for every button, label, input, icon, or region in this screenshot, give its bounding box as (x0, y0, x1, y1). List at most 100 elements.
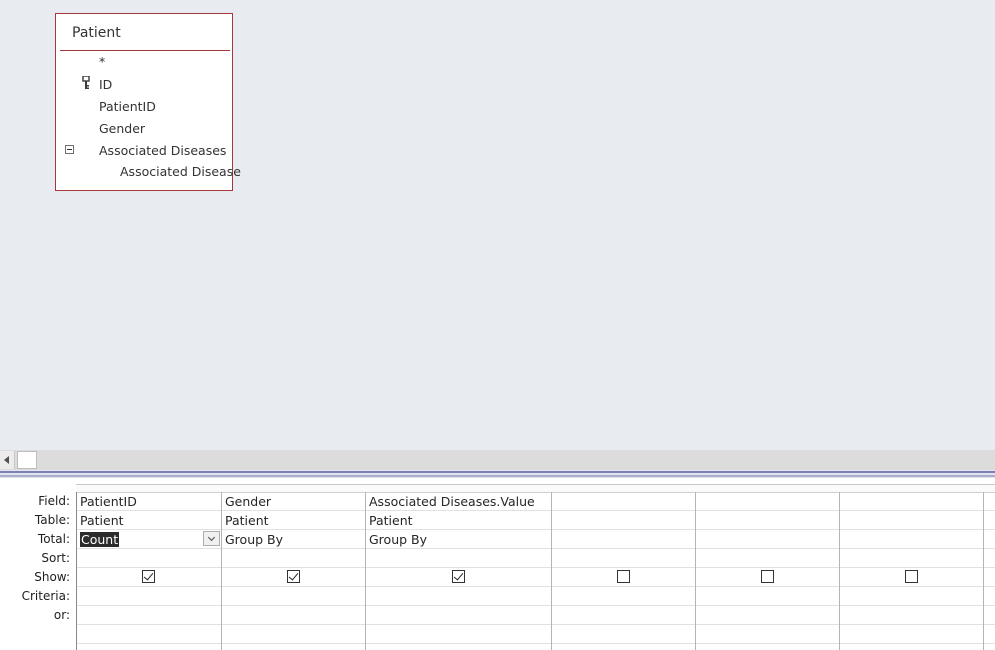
or-cell[interactable] (366, 606, 551, 625)
grid-row-labels: Field: Table: Total: Sort: Show: Criteri… (0, 492, 76, 625)
field-cell[interactable] (840, 492, 983, 511)
grid-column-2: Gender Patient Group By (222, 492, 366, 650)
table-value: Patient (225, 513, 269, 528)
title-divider (60, 50, 230, 51)
criteria-cell[interactable] (366, 587, 551, 606)
or-cell[interactable] (77, 606, 221, 625)
chevron-down-icon[interactable] (203, 531, 220, 546)
criteria-cell[interactable] (222, 587, 365, 606)
primary-key-icon (82, 76, 90, 89)
show-checkbox[interactable] (142, 570, 155, 583)
show-cell (840, 568, 983, 587)
pane-splitter[interactable] (0, 470, 995, 478)
table-cell[interactable] (552, 511, 695, 530)
criteria-cell[interactable] (984, 587, 995, 606)
scroll-left-arrow-icon[interactable] (0, 451, 15, 469)
field-associated-disease-value[interactable]: Associated Disease (120, 164, 241, 179)
row-label-criteria: Criteria: (21, 589, 70, 603)
patient-table-field-list[interactable]: Patient * ID PatientID Gender Associated… (55, 13, 241, 191)
or-cell[interactable] (984, 606, 995, 625)
field-cell[interactable]: Associated Diseases.Value (366, 492, 551, 511)
show-checkbox[interactable] (287, 570, 300, 583)
empty-cell[interactable] (366, 625, 551, 644)
show-checkbox[interactable] (452, 570, 465, 583)
empty-cell[interactable] (840, 625, 983, 644)
field-patientid[interactable]: PatientID (99, 99, 156, 114)
show-checkbox[interactable] (617, 570, 630, 583)
field-gender[interactable]: Gender (99, 121, 145, 136)
table-cell[interactable]: Patient (366, 511, 551, 530)
field-value: Associated Diseases.Value (369, 494, 535, 509)
field-cell[interactable] (984, 492, 995, 511)
or-cell[interactable] (222, 606, 365, 625)
sort-cell[interactable] (77, 549, 221, 568)
collapse-minus-icon[interactable] (65, 145, 74, 154)
total-cell[interactable] (840, 530, 983, 549)
empty-cell[interactable] (222, 625, 365, 644)
sort-cell[interactable] (222, 549, 365, 568)
field-cell[interactable] (696, 492, 839, 511)
total-cell[interactable] (696, 530, 839, 549)
or-cell[interactable] (552, 606, 695, 625)
criteria-cell[interactable] (77, 587, 221, 606)
total-value: Group By (369, 532, 428, 547)
table-cell[interactable] (840, 511, 983, 530)
row-label-show: Show: (34, 570, 70, 584)
total-cell[interactable] (984, 530, 995, 549)
table-value: Patient (80, 513, 124, 528)
field-cell[interactable]: Gender (222, 492, 365, 511)
sort-cell[interactable] (366, 549, 551, 568)
empty-cell[interactable] (696, 625, 839, 644)
grid-column-7-partial (984, 492, 995, 650)
total-cell[interactable]: Group By (222, 530, 365, 549)
show-checkbox[interactable] (905, 570, 918, 583)
row-label-total: Total: (37, 532, 70, 546)
table-cell[interactable] (696, 511, 839, 530)
or-cell[interactable] (840, 606, 983, 625)
show-cell[interactable] (984, 568, 995, 587)
show-cell (696, 568, 839, 587)
empty-cell[interactable] (77, 625, 221, 644)
field-cell[interactable]: PatientID (77, 492, 221, 511)
table-title[interactable]: Patient (72, 25, 121, 41)
horizontal-scrollbar[interactable] (0, 450, 995, 470)
criteria-cell[interactable] (840, 587, 983, 606)
show-cell (222, 568, 365, 587)
scrollbar-thumb[interactable] (17, 451, 37, 469)
query-design-surface[interactable]: Patient * ID PatientID Gender Associated… (0, 0, 995, 450)
row-label-sort: Sort: (41, 551, 70, 565)
table-cell[interactable] (984, 511, 995, 530)
table-cell[interactable]: Patient (222, 511, 365, 530)
field-id[interactable]: ID (99, 77, 112, 92)
field-value: PatientID (80, 494, 137, 509)
total-value: Group By (225, 532, 284, 547)
table-cell[interactable]: Patient (77, 511, 221, 530)
grid-column-4 (552, 492, 696, 650)
grid-column-1: PatientID Patient Count (77, 492, 222, 650)
show-checkbox[interactable] (761, 570, 774, 583)
field-value: Gender (225, 494, 272, 509)
grid-columns: PatientID Patient Count Gender Patient G… (76, 492, 995, 650)
empty-cell[interactable] (552, 625, 695, 644)
criteria-cell[interactable] (696, 587, 839, 606)
sort-cell[interactable] (840, 549, 983, 568)
field-associated-diseases[interactable]: Associated Diseases (99, 143, 226, 158)
grid-column-5 (696, 492, 840, 650)
sort-cell[interactable] (552, 549, 695, 568)
field-cell[interactable] (552, 492, 695, 511)
field-all-columns[interactable]: * (99, 54, 105, 69)
total-cell[interactable]: Group By (366, 530, 551, 549)
show-cell (77, 568, 221, 587)
sort-cell[interactable] (984, 549, 995, 568)
or-cell[interactable] (696, 606, 839, 625)
show-cell (552, 568, 695, 587)
empty-cell[interactable] (984, 625, 995, 644)
query-design-grid: Field: Table: Total: Sort: Show: Criteri… (0, 478, 995, 650)
total-cell[interactable] (552, 530, 695, 549)
grid-column-6 (840, 492, 984, 650)
criteria-cell[interactable] (552, 587, 695, 606)
row-label-field: Field: (38, 494, 70, 508)
total-cell[interactable]: Count (77, 530, 221, 549)
table-value: Patient (369, 513, 413, 528)
sort-cell[interactable] (696, 549, 839, 568)
